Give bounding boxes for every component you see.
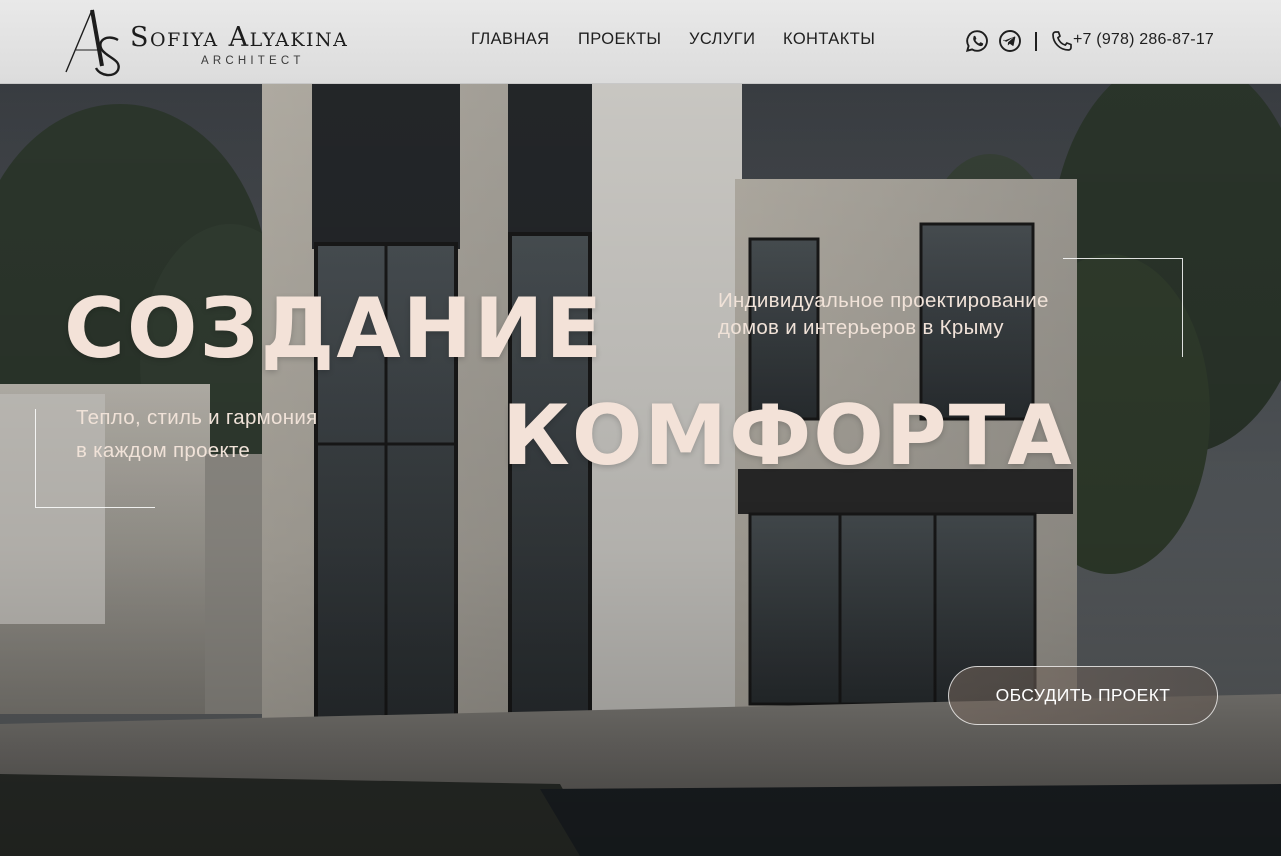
hero-tagline-right: Индивидуальное проектирование домов и ин… [718, 287, 1168, 341]
contacts-divider [1035, 32, 1037, 51]
logo-monogram-icon [65, 9, 120, 77]
site-header: Sofiya Alyakina ARCHITECT ГЛАВНАЯ ПРОЕКТ… [0, 0, 1281, 84]
brand-subtitle: ARCHITECT [201, 55, 305, 67]
telegram-icon[interactable] [998, 29, 1022, 53]
nav-item-contacts[interactable]: КОНТАКТЫ [783, 30, 875, 49]
hero-headline-line2: КОМФОРТА [502, 387, 1074, 484]
brand-name: Sofiya Alyakina [130, 22, 349, 53]
nav-item-services[interactable]: УСЛУГИ [689, 30, 755, 49]
phone-icon[interactable] [1050, 29, 1074, 53]
whatsapp-icon[interactable] [965, 29, 989, 53]
tagline-left-line1: Тепло, стиль и гармония [76, 406, 318, 429]
nav-item-projects[interactable]: ПРОЕКТЫ [578, 30, 661, 49]
phone-link[interactable]: +7 (978) 286-87-17 [1073, 31, 1214, 49]
nav-item-home[interactable]: ГЛАВНАЯ [471, 30, 549, 49]
header-contacts: +7 (978) 286-87-17 [964, 26, 1224, 56]
logo[interactable]: Sofiya Alyakina ARCHITECT [62, 6, 392, 78]
hero-section: СОЗДАНИЕ КОМФОРТА Индивидуальное проекти… [0, 84, 1281, 856]
discuss-project-button[interactable]: ОБСУДИТЬ ПРОЕКТ [948, 666, 1218, 725]
tagline-right-line2: домов и интерьеров в Крыму [718, 316, 1004, 339]
tagline-left-line2: в каждом проекте [76, 439, 251, 462]
tagline-right-line1: Индивидуальное проектирование [718, 289, 1049, 312]
hero-tagline-left: Тепло, стиль и гармония в каждом проекте [76, 401, 406, 467]
hero-headline-line1: СОЗДАНИЕ [64, 280, 605, 377]
